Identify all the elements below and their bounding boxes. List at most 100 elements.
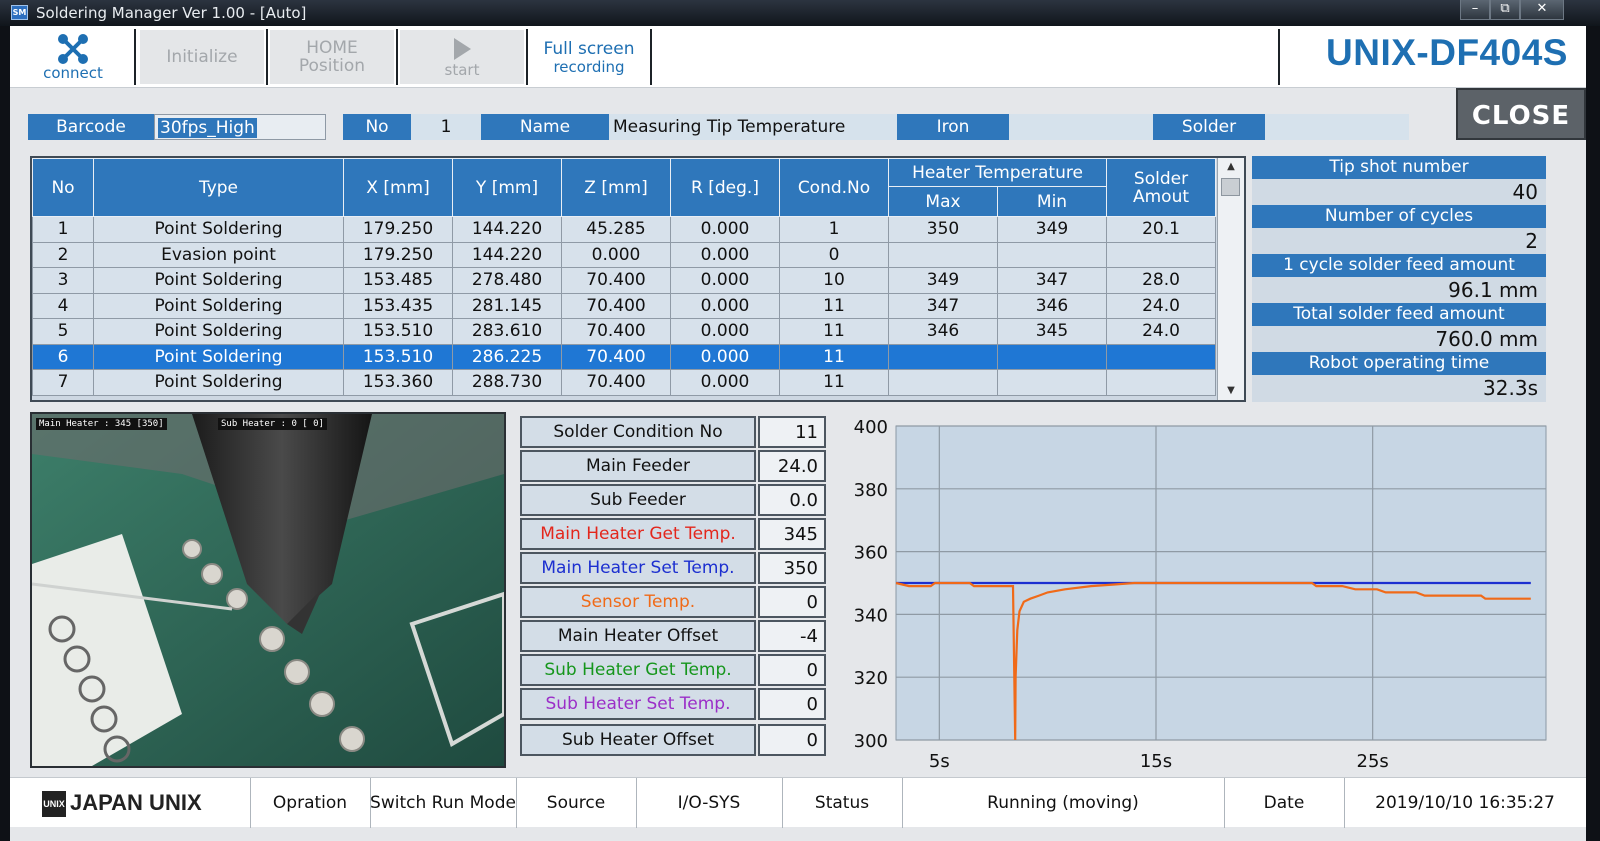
temperature-chart: 300 320 340 360 380 400 5s 15s 25s [838,412,1548,776]
cell-x: 179.250 [343,216,453,243]
parameter-label: Sub Heater Get Temp. [520,654,756,686]
window-title: Soldering Manager Ver 1.00 - [Auto] [36,4,307,22]
cell-r: 0.000 [670,369,780,396]
restore-button[interactable]: ⧉ [1490,0,1520,20]
cycle-feed-value: 96.1 mm [1448,278,1538,302]
cell-y: 286.225 [452,343,562,370]
parameter-row: Sub Heater Offset 0 [520,724,826,756]
iron-label: Iron [897,114,1009,140]
io-sys-button[interactable]: I/O-SYS [636,778,782,828]
no-label: No [343,114,411,140]
cell-min [997,343,1107,370]
col-header-r: R [deg.] [670,158,780,217]
table-row[interactable]: 6 Point Soldering 153.510 286.225 70.400 0.00… [32,343,1216,370]
scroll-thumb[interactable] [1221,178,1240,196]
table-row[interactable]: 4 Point Soldering 153.435 281.145 70.400 0.00… [32,292,1216,319]
unix-logo-icon: UNIX [42,791,66,818]
title-bar: SM Soldering Manager Ver 1.00 - [Auto] –… [0,0,1600,26]
cell-r: 0.000 [670,292,780,319]
cell-r: 0.000 [670,216,780,243]
col-header-z: Z [mm] [561,158,671,217]
x-tick-label: 25s [1357,751,1389,772]
y-tick-label: 340 [854,605,888,626]
minimize-button[interactable]: – [1460,0,1490,20]
cell-y: 144.220 [452,216,562,243]
col-header-heater-temperature: Heater Temperature [888,158,1107,187]
robot-time-value: 32.3s [1483,376,1538,400]
x-tick-label: 15s [1140,751,1172,772]
cell-type: Point Soldering [93,343,344,370]
full-screen-recording-button[interactable]: Full screen recording [530,30,648,84]
cell-y: 283.610 [452,318,562,345]
scroll-down-icon[interactable]: ▼ [1218,382,1244,400]
cycle-feed-label: 1 cycle solder feed amount [1252,254,1546,277]
col-header-y: Y [mm] [452,158,562,217]
col-header-type: Type [93,158,344,217]
table-row[interactable]: 3 Point Soldering 153.485 278.480 70.400 0.00… [32,267,1216,294]
cell-z: 70.400 [561,267,671,294]
table-scrollbar[interactable]: ▲ ▼ [1217,158,1244,400]
parameter-row: Main Heater Get Temp. 345 [520,518,826,550]
y-tick-label: 360 [854,543,888,564]
scroll-up-icon[interactable]: ▲ [1218,158,1244,176]
barcode-field[interactable]: 30fps_High [154,114,326,140]
cell-no: 4 [32,292,94,319]
table-row[interactable]: 5 Point Soldering 153.510 283.610 70.400 0.00… [32,318,1216,345]
cell-cond: 1 [779,216,889,243]
cell-r: 0.000 [670,267,780,294]
cell-type: Point Soldering [93,369,344,396]
y-tick-label: 320 [854,668,888,689]
model-name: UNIX-DF404S [1326,32,1568,73]
parameter-value: 0 [758,586,826,618]
cell-z: 45.285 [561,216,671,243]
status-bar: UNIX JAPAN UNIX Opration Switch Run Mode … [10,777,1586,828]
cycles-label: Number of cycles [1252,205,1546,228]
cell-x: 179.250 [343,241,453,268]
name-label: Name [481,114,609,140]
source-button[interactable]: Source [516,778,636,828]
connect-icon [58,34,88,64]
cell-max: 347 [888,292,998,319]
cell-cond: 11 [779,369,889,396]
connect-button[interactable]: connect [14,30,132,84]
total-feed-label: Total solder feed amount [1252,303,1546,326]
parameter-row: Sub Heater Get Temp. 0 [520,654,826,686]
date-value: 2019/10/10 16:35:27 [1375,793,1555,813]
cell-x: 153.510 [343,343,453,370]
parameter-label: Sub Feeder [520,484,756,516]
cell-type: Point Soldering [93,318,344,345]
home-label-line2: Position [298,56,366,76]
japan-unix-logo: UNIX JAPAN UNIX [42,788,202,818]
cell-no: 2 [32,241,94,268]
operation-button[interactable]: Opration [250,778,370,828]
cell-amount [1106,241,1216,268]
cell-x: 153.435 [343,292,453,319]
cell-r: 0.000 [670,241,780,268]
home-position-button[interactable]: HOME Position [270,30,394,84]
parameter-value: 0.0 [758,484,826,516]
table-row[interactable]: 1 Point Soldering 179.250 144.220 45.285 0.00… [32,216,1216,243]
window-close-button[interactable]: ✕ [1520,0,1564,20]
col-header-min: Min [997,186,1107,217]
start-button[interactable]: start [400,30,524,84]
cell-type: Evasion point [93,241,344,268]
cell-min: 345 [997,318,1107,345]
program-table: No Type X [mm] Y [mm] Z [mm] R [deg.] Co… [30,156,1246,402]
cell-z: 70.400 [561,318,671,345]
cell-min: 346 [997,292,1107,319]
cell-type: Point Soldering [93,267,344,294]
main-heater-overlay: Main Heater : 345 [350] [36,418,167,430]
parameter-label: Solder Condition No [520,416,756,448]
barcode-label: Barcode [28,114,154,140]
start-label: start [444,61,480,79]
cell-no: 3 [32,267,94,294]
switch-run-mode-button[interactable]: Switch Run Mode [370,778,516,828]
solder-label: Solder [1153,114,1265,140]
cell-max [888,343,998,370]
initialize-button[interactable]: Initialize [140,30,264,84]
x-tick-label: 5s [929,751,950,772]
close-button[interactable]: CLOSE [1456,88,1586,140]
table-row[interactable]: 2 Evasion point 179.250 144.220 0.000 0.000 0 [32,241,1216,268]
logo-text: JAPAN UNIX [70,790,202,815]
table-row[interactable]: 7 Point Soldering 153.360 288.730 70.400 0.00… [32,369,1216,396]
